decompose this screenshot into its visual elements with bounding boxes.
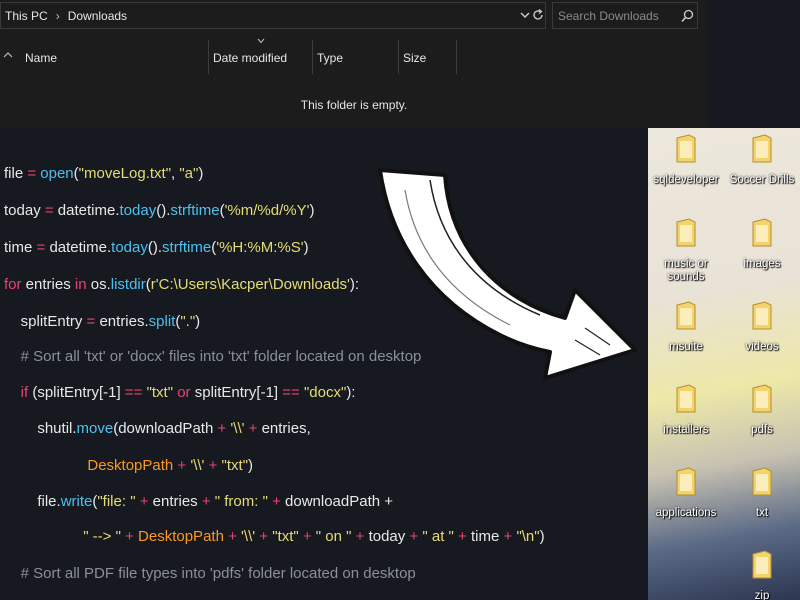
folder-icon [752, 467, 772, 496]
desktop-icon-label: sqldeveloper [653, 174, 719, 186]
search-icon[interactable] [681, 9, 694, 23]
folder-icon [752, 384, 772, 413]
desktop-icon-images[interactable]: images [724, 218, 800, 271]
search-input[interactable] [558, 8, 676, 24]
sort-chevron-icon [257, 38, 265, 44]
desktop-icon-music-or-sounds[interactable]: music or sounds [648, 218, 724, 284]
column-header-name[interactable]: Name [20, 40, 208, 74]
desktop-icon-label: pdfs [751, 424, 773, 436]
folder-icon [676, 134, 696, 163]
folder-icon [676, 218, 696, 247]
folder-icon [752, 134, 772, 163]
file-explorer-window: This PC › Downloads Name Date modified T… [0, 0, 708, 128]
folder-icon [752, 218, 772, 247]
search-box[interactable] [552, 2, 698, 29]
breadcrumb-chevron-icon: › [55, 9, 60, 23]
column-headers: Name Date modified Type Size [0, 40, 708, 74]
code-line: shutil.move(downloadPath + '\\' + entrie… [4, 420, 311, 437]
desktop-icon-videos[interactable]: videos [724, 301, 800, 354]
desktop-icon-pdfs[interactable]: pdfs [724, 384, 800, 437]
code-line: if (splitEntry[-1] == "txt" or splitEntr… [20, 384, 356, 401]
code-line: " --> " + DesktopPath + '\\' + "txt" + "… [83, 528, 545, 545]
code-line: today = datetime.today().strftime('%m/%d… [4, 202, 315, 219]
folder-icon [676, 467, 696, 496]
column-divider[interactable] [456, 40, 457, 74]
empty-folder-message: This folder is empty. [300, 98, 408, 112]
desktop-icon-label: Soccer Drills [729, 174, 795, 186]
code-line: time = datetime.today().strftime('%H:%M:… [4, 239, 309, 256]
desktop-icon-label: videos [745, 341, 779, 353]
code-editor: file = open("moveLog.txt", "a") today = … [0, 128, 650, 600]
desktop-icon-msuite[interactable]: msuite [648, 301, 724, 354]
chevron-up-icon[interactable] [3, 51, 13, 59]
breadcrumb-downloads[interactable]: Downloads [68, 9, 127, 23]
desktop-icon-zip[interactable]: zip [724, 550, 800, 600]
column-header-type[interactable]: Type [312, 40, 398, 74]
desktop-icon-label: zip [754, 590, 770, 600]
code-line: file = open("moveLog.txt", "a") [4, 165, 204, 182]
desktop-icon-label: applications [655, 507, 717, 519]
code-line: # Sort all PDF file types into 'pdfs' fo… [4, 565, 416, 582]
desktop-icon-soccer-drills[interactable]: Soccer Drills [724, 134, 800, 187]
code-line: DesktopPath + '\\' + "txt") [87, 457, 254, 474]
folder-icon [676, 301, 696, 330]
code-line: splitEntry = entries.split(".") [4, 313, 201, 330]
desktop-icon-label: images [743, 258, 781, 270]
folder-icon [676, 384, 696, 413]
code-line: file.write("file: " + entries + " from: … [4, 493, 394, 510]
desktop-icon-label: music or sounds [664, 258, 708, 283]
desktop-icon-label: txt [755, 507, 769, 519]
desktop-icon-applications[interactable]: applications [648, 467, 724, 520]
breadcrumb: This PC › Downloads [5, 9, 127, 23]
refresh-icon[interactable] [531, 8, 545, 22]
folder-icon [752, 550, 772, 579]
desktop-icon-sqldeveloper[interactable]: sqldeveloper [648, 134, 724, 187]
code-line: for entries in os.listdir(r'C:\Users\Kac… [4, 276, 360, 293]
folder-icon [752, 301, 772, 330]
address-bar[interactable]: This PC › Downloads [0, 2, 546, 29]
desktop-icon-txt[interactable]: txt [724, 467, 800, 520]
column-header-size[interactable]: Size [398, 40, 456, 74]
breadcrumb-this-pc[interactable]: This PC [5, 9, 48, 23]
column-header-date-modified[interactable]: Date modified [208, 40, 312, 74]
code-line: # Sort all 'txt' or 'docx' files into 't… [4, 348, 422, 365]
desktop-icon-installers[interactable]: installers [648, 384, 724, 437]
desktop-area: sqldeveloper Soccer Drills music or sounds… [648, 128, 800, 600]
desktop-icon-label: msuite [669, 341, 703, 353]
desktop-icon-label: installers [663, 424, 709, 436]
chevron-down-icon[interactable] [519, 8, 531, 22]
